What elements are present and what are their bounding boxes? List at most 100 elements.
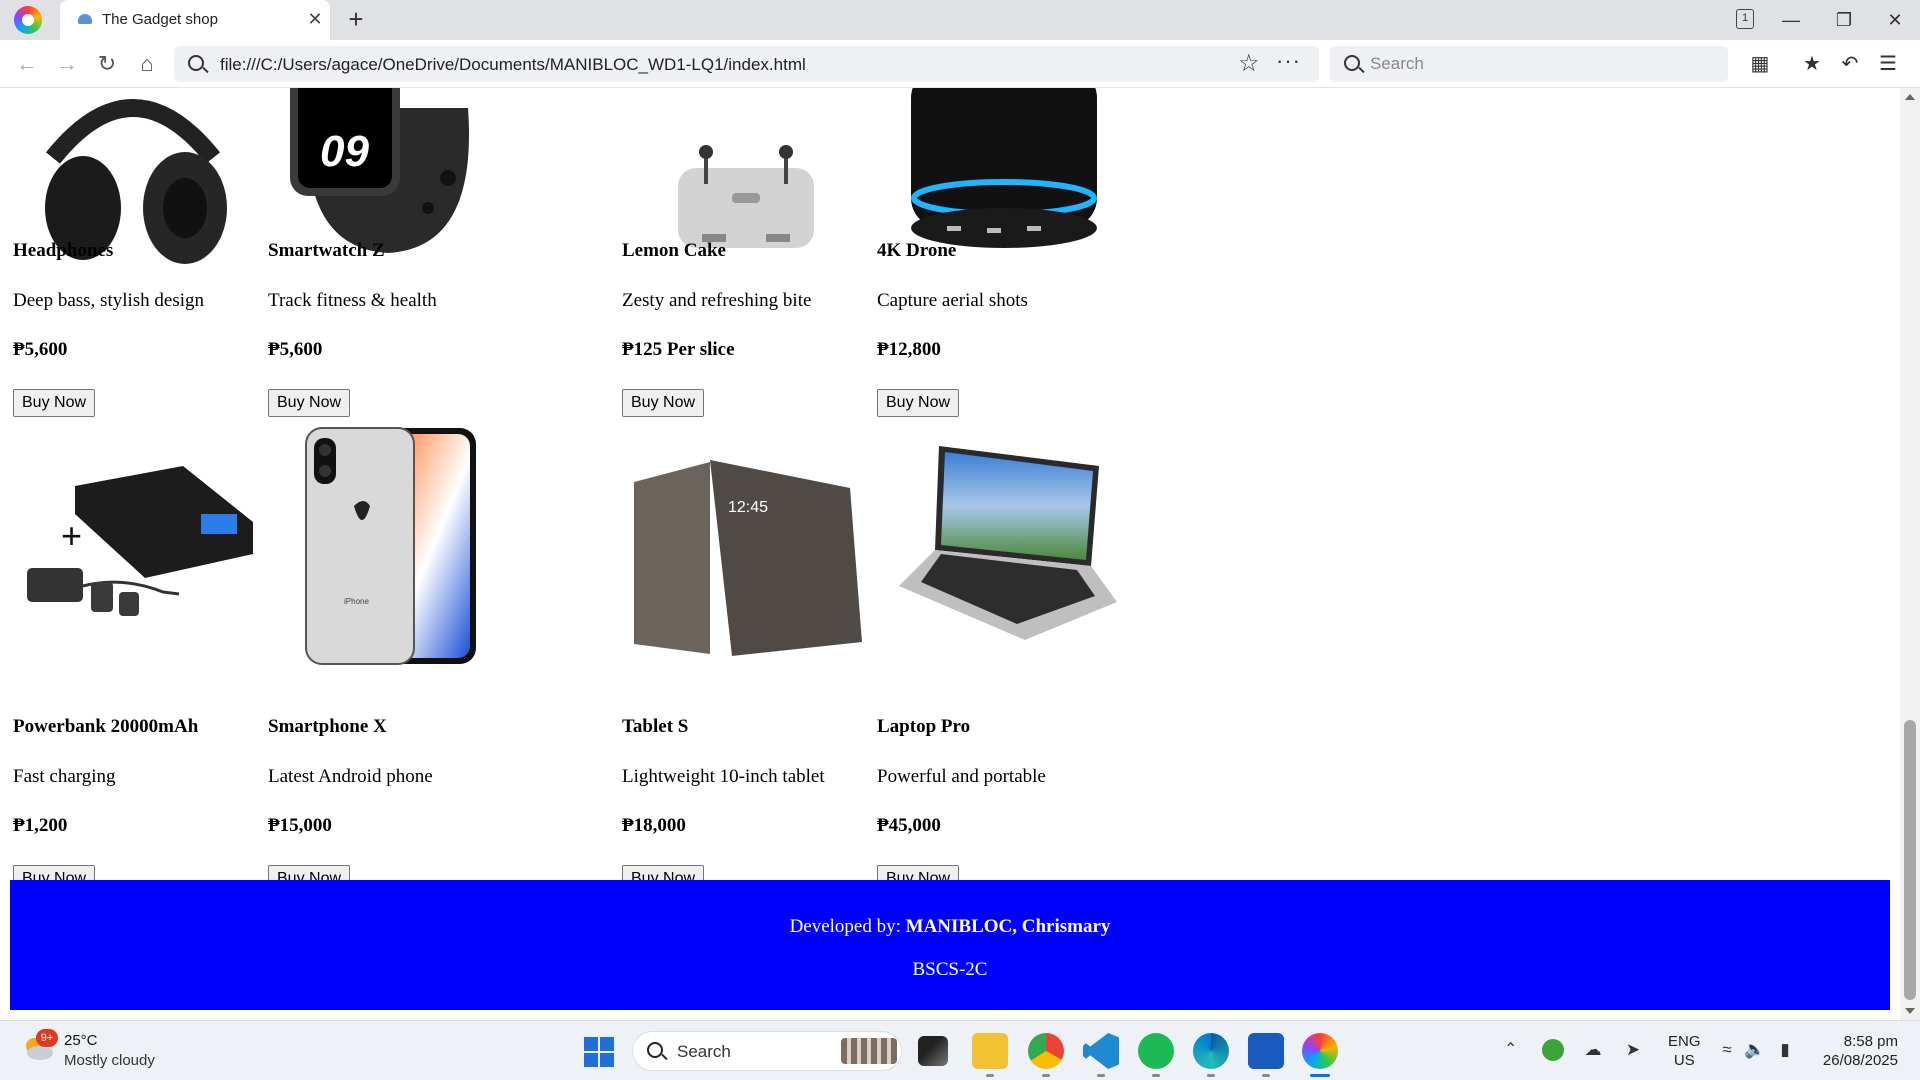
- page-viewport: Headphones Deep bass, stylish design ₱5,…: [0, 88, 1900, 1020]
- volume-icon[interactable]: 🔈: [1744, 1039, 1766, 1061]
- product-description: Track fitness & health: [268, 290, 437, 311]
- phone-label: iPhone: [344, 597, 369, 606]
- taskbar-search[interactable]: Search: [632, 1031, 902, 1071]
- task-view-icon[interactable]: [918, 1036, 948, 1066]
- location-icon[interactable]: ➤: [1622, 1039, 1644, 1061]
- battery-icon[interactable]: ▮: [1774, 1039, 1796, 1061]
- browser-taskbar-icon[interactable]: [1302, 1033, 1338, 1069]
- product-description: Lightweight 10-inch tablet: [622, 766, 825, 787]
- back-arrow-icon[interactable]: ←: [12, 50, 42, 78]
- tray-app-icon[interactable]: [1542, 1039, 1564, 1061]
- minimize-button[interactable]: —: [1774, 6, 1808, 34]
- product-price: ₱5,600: [13, 339, 68, 360]
- tray-chevron-icon[interactable]: ⌃: [1504, 1039, 1517, 1059]
- product-name: Headphones: [13, 240, 114, 261]
- product-name: Laptop Pro: [877, 716, 971, 737]
- grid-icon[interactable]: ▦: [1746, 50, 1774, 78]
- wifi-icon[interactable]: ≈: [1716, 1039, 1738, 1061]
- windows-taskbar: 9+ 25°C Mostly cloudy Search ⌃ ☁ ➤ ENG U…: [0, 1020, 1920, 1080]
- buy-now-button[interactable]: Buy Now: [268, 389, 351, 417]
- browser-tab-bar: The Gadget shop ✕ + 1 — ❐ ✕: [0, 0, 1920, 40]
- app-running-indicator: [1097, 1074, 1105, 1077]
- scrollbar-thumb[interactable]: [1904, 720, 1916, 1000]
- system-clock[interactable]: 8:58 pm 26/08/2025: [1814, 1032, 1898, 1070]
- tab-counter-icon[interactable]: 1: [1736, 9, 1754, 29]
- weather-badge: 9+: [36, 1029, 58, 1047]
- page-scrollbar[interactable]: [1900, 88, 1920, 1020]
- buy-now-button[interactable]: Buy Now: [13, 389, 96, 417]
- star-icon[interactable]: ☆: [1238, 49, 1260, 78]
- product-name: Smartphone X: [268, 716, 387, 737]
- file-explorer-icon[interactable]: [972, 1033, 1008, 1069]
- footer-section: BSCS-2C: [912, 959, 988, 980]
- app-running-indicator: [1042, 1074, 1050, 1077]
- page-footer: Developed by: MANIBLOC, Chrismary BSCS-2…: [10, 880, 1890, 1010]
- product-name: Powerbank 20000mAh: [13, 716, 199, 737]
- search-icon: [188, 55, 204, 71]
- product-price: ₱12,800: [877, 339, 941, 360]
- product-name: Tablet S: [622, 716, 689, 737]
- buy-now-button[interactable]: Buy Now: [877, 389, 960, 417]
- web-search-box[interactable]: [1330, 46, 1728, 82]
- product-price: ₱1,200: [13, 815, 68, 836]
- app-running-indicator: [1152, 1074, 1160, 1077]
- reload-icon[interactable]: ↻: [92, 50, 122, 78]
- buy-now-button[interactable]: Buy Now: [622, 389, 705, 417]
- clock-time: 8:58 pm: [1843, 1033, 1898, 1050]
- weather-temperature[interactable]: 25°C: [64, 1032, 98, 1049]
- language-code: ENG: [1668, 1033, 1701, 1050]
- app-running-indicator: [986, 1074, 994, 1077]
- product-description: Powerful and portable: [877, 766, 1046, 787]
- forward-arrow-icon[interactable]: →: [52, 50, 82, 78]
- home-icon[interactable]: ⌂: [132, 50, 162, 78]
- watch-face-text: 09: [320, 127, 369, 176]
- scroll-up-arrow-icon[interactable]: [1905, 94, 1915, 100]
- footer-developer-prefix: Developed by:: [789, 916, 906, 937]
- address-bar[interactable]: file:///C:/Users/agace/OneDrive/Document…: [174, 46, 1319, 82]
- product-price: ₱15,000: [268, 815, 332, 836]
- edge-icon[interactable]: [1193, 1033, 1229, 1069]
- restore-button[interactable]: ❐: [1827, 6, 1861, 34]
- web-search-input[interactable]: [1370, 52, 1710, 76]
- address-url[interactable]: file:///C:/Users/agace/OneDrive/Document…: [220, 55, 806, 75]
- tab-title: The Gadget shop: [102, 11, 218, 28]
- browser-tab[interactable]: The Gadget shop ✕: [60, 0, 330, 40]
- favorites-icon[interactable]: ★: [1798, 50, 1826, 78]
- new-tab-button[interactable]: +: [342, 6, 370, 34]
- word-icon[interactable]: [1248, 1033, 1284, 1069]
- search-highlight-image: [841, 1038, 897, 1064]
- more-icon[interactable]: ···: [1276, 48, 1301, 74]
- tab-close-icon[interactable]: ✕: [304, 8, 326, 30]
- onedrive-icon[interactable]: ☁: [1582, 1039, 1604, 1061]
- browser-toolbar: ← → ↻ ⌂ file:///C:/Users/agace/OneDrive/…: [0, 40, 1920, 88]
- window-close-button[interactable]: ✕: [1878, 6, 1912, 34]
- menu-icon[interactable]: ☰: [1874, 50, 1902, 78]
- undo-icon[interactable]: ↶: [1836, 50, 1864, 78]
- windows-start-icon[interactable]: [584, 1037, 614, 1067]
- language-indicator[interactable]: ENG US: [1668, 1032, 1701, 1070]
- product-price: ₱5,600: [268, 339, 323, 360]
- product-name: 4K Drone: [877, 240, 957, 261]
- product-name: Lemon Cake: [622, 240, 726, 261]
- product-price: ₱45,000: [877, 815, 941, 836]
- clock-date: 26/08/2025: [1822, 1052, 1898, 1069]
- tablet-time: 12:45: [728, 499, 768, 516]
- product-description: Fast charging: [13, 766, 116, 787]
- product-description: Latest Android phone: [268, 766, 433, 787]
- app-running-indicator: [1262, 1074, 1270, 1077]
- search-icon: [1344, 55, 1360, 71]
- scroll-down-arrow-icon[interactable]: [1905, 1008, 1915, 1014]
- laptop-image: [899, 446, 1117, 640]
- footer-developer-line: Developed by: MANIBLOC, Chrismary: [10, 916, 1890, 938]
- chrome-icon[interactable]: [1028, 1033, 1064, 1069]
- app-running-indicator: [1207, 1074, 1215, 1077]
- region-code: US: [1673, 1052, 1695, 1069]
- search-icon: [647, 1042, 663, 1058]
- taskbar-search-label: Search: [677, 1042, 731, 1061]
- browser-logo-icon[interactable]: [14, 6, 42, 34]
- app-active-indicator: [1310, 1074, 1330, 1077]
- spotify-icon[interactable]: [1138, 1033, 1174, 1069]
- product-description: Deep bass, stylish design: [13, 290, 205, 311]
- vscode-icon[interactable]: [1083, 1033, 1119, 1069]
- weather-description[interactable]: Mostly cloudy: [64, 1052, 155, 1069]
